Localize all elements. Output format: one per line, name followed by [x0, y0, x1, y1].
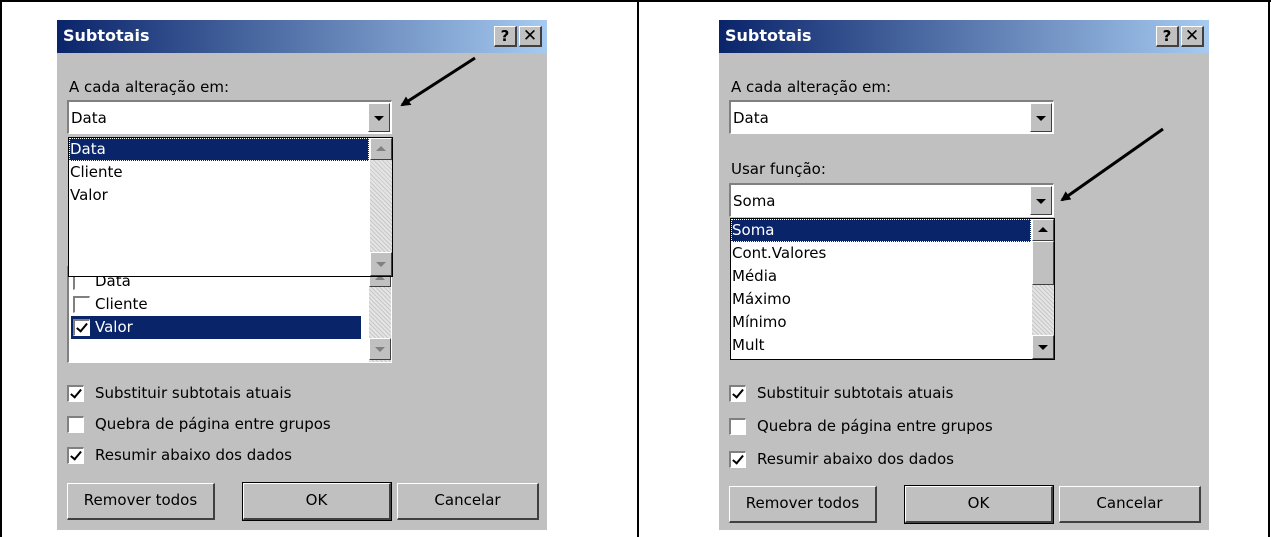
remove-all-button[interactable]: Remover todos	[67, 483, 215, 520]
frame-left-border	[0, 0, 2, 537]
summary-below-checkbox[interactable]	[729, 451, 746, 468]
frame-top-border	[0, 0, 1271, 2]
frame-middle-divider	[637, 0, 639, 537]
group-by-label: A cada alteração em:	[69, 78, 230, 96]
function-dropdown-list[interactable]: Soma Cont.Valores Média Máximo Mínimo Mu…	[730, 218, 1055, 360]
cancel-button[interactable]: Cancelar	[1059, 486, 1201, 523]
chevron-down-icon	[374, 115, 384, 121]
chevron-down-icon	[1036, 198, 1046, 204]
list-scrollbar[interactable]	[369, 268, 391, 362]
function-value: Soma	[733, 192, 776, 210]
summary-below-checkbox[interactable]	[67, 447, 84, 464]
ok-button[interactable]: OK	[242, 482, 392, 521]
chevron-down-icon	[375, 347, 385, 352]
title-bar: Subtotais ? ✕	[57, 20, 547, 53]
group-by-dropdown-list[interactable]: Data Cliente Valor	[68, 137, 393, 277]
group-by-value: Data	[71, 109, 107, 127]
scroll-up-button[interactable]	[370, 138, 392, 160]
title-bar: Subtotais ? ✕	[719, 20, 1209, 53]
dropdown-scrollbar[interactable]	[1032, 219, 1054, 359]
chevron-up-icon	[1038, 227, 1048, 232]
add-subtotal-list[interactable]: Data Cliente Valor	[67, 266, 392, 363]
chevron-down-icon	[1038, 345, 1048, 350]
scroll-thumb[interactable]	[1032, 241, 1054, 285]
dropdown-option-minimo[interactable]: Mínimo	[731, 311, 1031, 334]
help-button[interactable]: ?	[494, 26, 517, 47]
group-by-value: Data	[733, 109, 769, 127]
function-combo[interactable]: Soma	[729, 183, 1054, 217]
frame-right-border	[1268, 0, 1270, 537]
dropdown-option-valor[interactable]: Valor	[69, 184, 369, 207]
dropdown-option-data[interactable]: Data	[69, 138, 369, 161]
subtotals-dialog-left: Subtotais ? ✕ A cada alteração em: Data …	[57, 20, 547, 530]
checkbox-valor[interactable]	[73, 319, 90, 336]
group-by-dropdown-button[interactable]	[368, 103, 390, 132]
list-item[interactable]: Cliente	[71, 293, 361, 316]
group-by-dropdown-button[interactable]	[1030, 103, 1052, 132]
scroll-up-button[interactable]	[1032, 219, 1054, 241]
group-by-label: A cada alteração em:	[731, 78, 892, 96]
dialog-title: Subtotais	[63, 26, 150, 45]
cancel-button[interactable]: Cancelar	[397, 483, 539, 520]
page-break-checkbox[interactable]	[67, 416, 84, 433]
close-button[interactable]: ✕	[1181, 26, 1204, 47]
ok-button[interactable]: OK	[904, 485, 1054, 524]
help-button[interactable]: ?	[1156, 26, 1179, 47]
subtotals-dialog-right: Subtotais ? ✕ A cada alteração em: Data …	[719, 20, 1209, 530]
remove-all-button[interactable]: Remover todos	[729, 486, 877, 523]
dropdown-option-media[interactable]: Média	[731, 265, 1031, 288]
chevron-down-icon	[1036, 115, 1046, 121]
group-by-combo[interactable]: Data	[67, 100, 392, 134]
replace-subtotals-checkbox[interactable]	[67, 385, 84, 402]
page-break-checkbox[interactable]	[729, 418, 746, 435]
dropdown-option-mult[interactable]: Mult	[731, 334, 1031, 357]
dialog-title: Subtotais	[725, 26, 812, 45]
replace-subtotals-checkbox[interactable]	[729, 385, 746, 402]
close-button[interactable]: ✕	[519, 26, 542, 47]
dropdown-option-cliente[interactable]: Cliente	[69, 161, 369, 184]
function-dropdown-button[interactable]	[1030, 186, 1052, 215]
function-label: Usar função:	[731, 160, 826, 178]
scroll-down-button[interactable]	[370, 252, 392, 276]
chevron-up-icon	[376, 146, 386, 151]
dropdown-option-cont-valores[interactable]: Cont.Valores	[731, 242, 1031, 265]
checkbox-cliente[interactable]	[73, 296, 90, 313]
dropdown-scrollbar[interactable]	[370, 138, 392, 276]
chevron-down-icon	[376, 262, 386, 267]
scroll-down-button[interactable]	[1032, 335, 1054, 359]
group-by-combo[interactable]: Data	[729, 100, 1054, 134]
dropdown-option-soma[interactable]: Soma	[731, 219, 1031, 242]
dropdown-option-maximo[interactable]: Máximo	[731, 288, 1031, 311]
list-item[interactable]: Valor	[71, 316, 361, 339]
scroll-down-button[interactable]	[369, 338, 391, 360]
